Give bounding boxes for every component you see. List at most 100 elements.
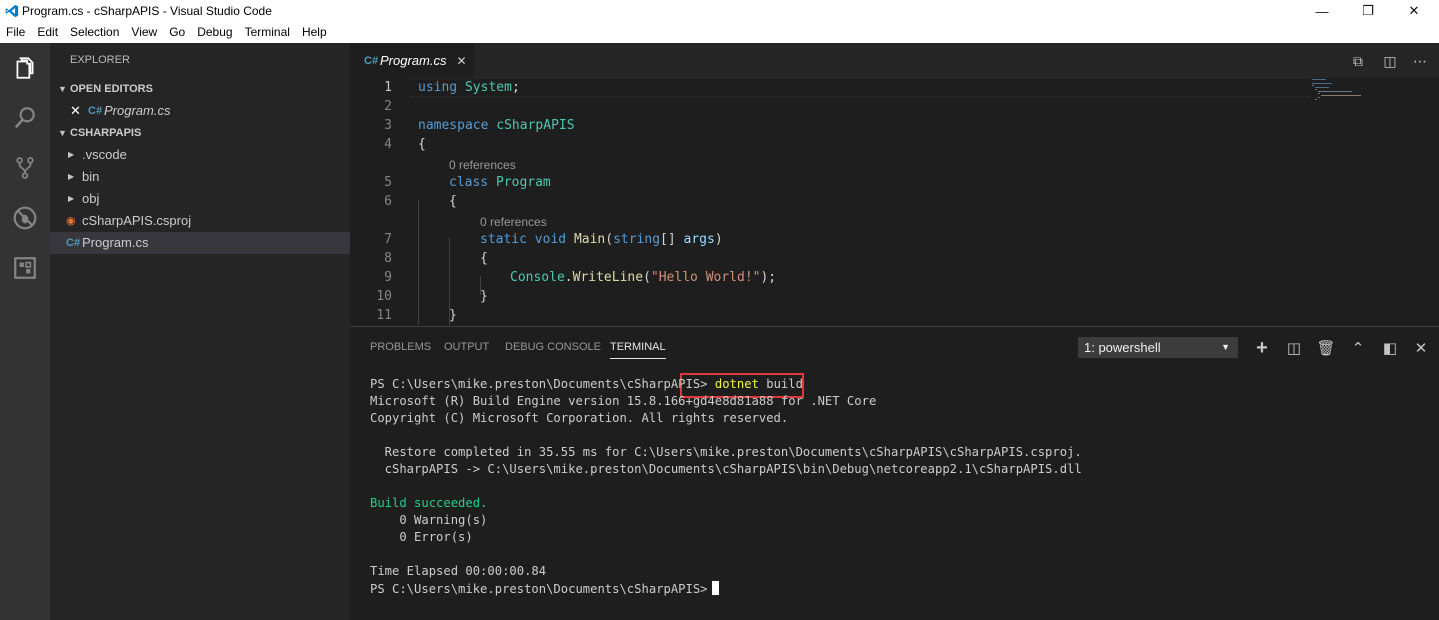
terminal-line: 0 Warning(s) [370, 513, 488, 527]
chevron-down-icon: ▼ [1221, 342, 1230, 352]
open-editor-item[interactable]: ✕ C# Program.cs [50, 100, 350, 122]
menu-file[interactable]: File [0, 22, 31, 43]
line-number: 8 [384, 251, 392, 266]
editor-area: C# Program.cs ✕ ⧉ ◫ ⋯ 1 2 3 4 5 6 7 8 9 … [350, 43, 1439, 326]
title-bar: Program.cs - cSharpAPIS - Visual Studio … [0, 0, 1439, 22]
csharp-file-icon: C# [88, 105, 103, 117]
tree-item-label: Program.cs [82, 235, 149, 250]
open-changes-button[interactable]: ⧉ [1348, 51, 1368, 71]
window-title: Program.cs - cSharpAPIS - Visual Studio … [22, 4, 272, 18]
ellipsis-icon: ⋯ [1413, 52, 1427, 69]
code-line: } [449, 308, 457, 323]
line-number: 6 [384, 194, 392, 209]
open-editors-label: OPEN EDITORS [70, 83, 153, 95]
tab-problems[interactable]: PROBLEMS [370, 341, 431, 353]
code-line: static void Main(string[] args) [480, 232, 723, 247]
tree-item-bin[interactable]: ▶ bin [50, 166, 350, 188]
code-line: Console.WriteLine("Hello World!"); [510, 270, 777, 285]
search-icon [14, 107, 35, 129]
close-icon: ✕ [1408, 3, 1420, 18]
minimap[interactable] [1310, 78, 1370, 108]
code-lens-references[interactable]: 0 references [449, 158, 516, 172]
files-icon [16, 57, 34, 79]
menu-debug[interactable]: Debug [191, 22, 238, 43]
terminal-prompt: PS C:\Users\mike.preston\Documents\cShar… [370, 581, 719, 596]
tree-item-label: bin [82, 169, 100, 184]
chevron-down-icon: ▼ [58, 128, 67, 138]
split-icon: ◫ [1286, 340, 1302, 357]
code-line: class Program [449, 175, 551, 190]
new-terminal-button[interactable]: + [1252, 336, 1272, 359]
menu-view[interactable]: View [125, 22, 163, 43]
debug-view-button[interactable] [0, 196, 50, 240]
line-number: 4 [384, 137, 392, 152]
trash-icon: 🗑 [1316, 340, 1336, 357]
chevron-right-icon: ▶ [68, 194, 75, 203]
explorer-header: EXPLORER [70, 54, 130, 66]
close-editor-icon[interactable]: ✕ [70, 100, 88, 122]
open-editors-section[interactable]: ▼ OPEN EDITORS [50, 78, 350, 100]
search-view-button[interactable] [0, 96, 50, 140]
chevron-up-icon: ⌃ [1351, 340, 1365, 357]
minimize-icon: — [1315, 3, 1329, 19]
terminal-line: PS C:\Users\mike.preston\Documents\cShar… [370, 377, 803, 391]
extensions-icon [14, 257, 36, 279]
tab-terminal[interactable]: TERMINAL [610, 341, 666, 359]
maximize-panel-button[interactable]: ⌃ [1348, 338, 1368, 358]
tab-program-cs[interactable]: C# Program.cs ✕ [350, 43, 474, 78]
line-number: 2 [384, 99, 392, 114]
terminal-line: Restore completed in 35.55 ms for C:\Use… [370, 445, 1082, 459]
code-lens-references[interactable]: 0 references [480, 215, 547, 229]
more-actions-button[interactable]: ⋯ [1410, 51, 1430, 71]
close-window-button[interactable]: ✕ [1391, 0, 1437, 22]
activity-bar [0, 43, 50, 620]
layout-icon: ◧ [1382, 340, 1398, 357]
project-section[interactable]: ▼ CSHARPAPIS [50, 122, 350, 144]
extensions-button[interactable] [0, 246, 50, 290]
line-number: 5 [384, 175, 392, 190]
bottom-panel: PROBLEMS OUTPUT DEBUG CONSOLE TERMINAL 1… [350, 326, 1439, 620]
split-editor-button[interactable]: ◫ [1380, 51, 1400, 71]
menu-bar: File Edit Selection View Go Debug Termin… [0, 22, 1439, 43]
terminal-select[interactable]: 1: powershell ▼ [1078, 337, 1238, 358]
kill-terminal-button[interactable]: 🗑 [1316, 338, 1336, 358]
menu-help[interactable]: Help [296, 22, 333, 43]
toggle-panel-position-button[interactable]: ◧ [1380, 338, 1400, 358]
tree-item-obj[interactable]: ▶ obj [50, 188, 350, 210]
split-terminal-button[interactable]: ◫ [1284, 338, 1304, 358]
chevron-right-icon: ▶ [68, 172, 75, 181]
tab-debug-console[interactable]: DEBUG CONSOLE [505, 341, 601, 353]
debug-icon [13, 206, 37, 230]
tree-item-label: cSharpAPIS.csproj [82, 213, 192, 228]
tree-item-program-cs[interactable]: C# Program.cs [50, 232, 350, 254]
editor-tab-bar: C# Program.cs ✕ ⧉ ◫ ⋯ [350, 43, 1439, 78]
menu-edit[interactable]: Edit [31, 22, 64, 43]
project-label: CSHARPAPIS [70, 127, 142, 139]
code-line: { [418, 137, 426, 152]
source-control-icon [16, 157, 34, 179]
menu-go[interactable]: Go [163, 22, 191, 43]
build-status: Build succeeded. [370, 496, 488, 510]
source-control-button[interactable] [0, 146, 50, 190]
chevron-down-icon: ▼ [58, 84, 67, 94]
compare-icon: ⧉ [1353, 52, 1363, 69]
tree-item-csproj[interactable]: ◉ cSharpAPIS.csproj [50, 210, 350, 232]
line-number: 11 [376, 308, 392, 323]
menu-selection[interactable]: Selection [64, 22, 125, 43]
close-panel-button[interactable]: ✕ [1411, 338, 1431, 358]
tree-item-label: .vscode [82, 147, 127, 162]
rss-file-icon: ◉ [66, 215, 76, 227]
tree-item-vscode[interactable]: ▶ .vscode [50, 144, 350, 166]
close-tab-icon[interactable]: ✕ [456, 54, 466, 68]
minimize-button[interactable]: — [1299, 0, 1345, 22]
terminal-line: cSharpAPIS -> C:\Users\mike.preston\Docu… [370, 462, 1082, 476]
tab-output[interactable]: OUTPUT [444, 341, 489, 353]
chevron-right-icon: ▶ [68, 150, 75, 159]
explorer-button[interactable] [0, 46, 50, 90]
plus-icon: + [1256, 336, 1268, 359]
restore-button[interactable]: ❐ [1345, 0, 1391, 22]
line-number: 9 [384, 270, 392, 285]
tree-item-label: obj [82, 191, 100, 206]
code-line: } [480, 289, 488, 304]
menu-terminal[interactable]: Terminal [239, 22, 296, 43]
